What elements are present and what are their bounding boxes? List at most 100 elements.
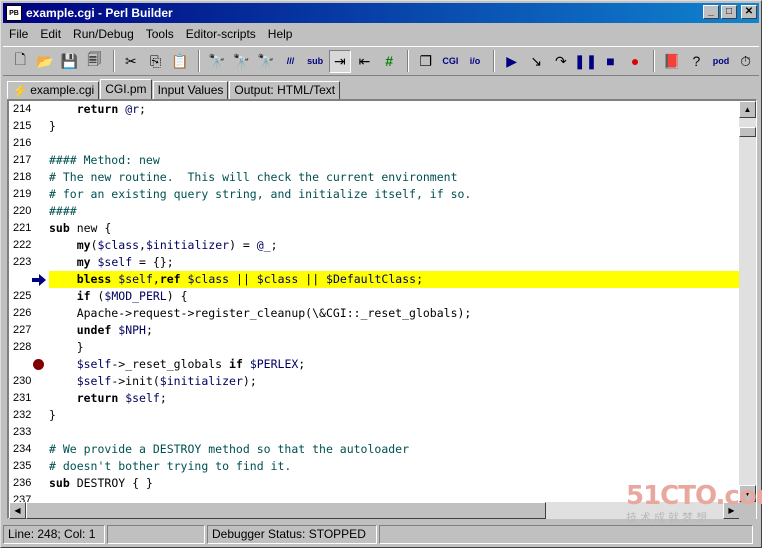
code-line[interactable]: $self->init($initializer); (49, 373, 739, 390)
code-line[interactable] (49, 135, 739, 152)
line-number: 219 (13, 188, 32, 200)
breakpoint-marker-icon[interactable] (33, 359, 44, 370)
new-file-icon[interactable]: 🗋 (9, 50, 32, 73)
toolbar-separator (407, 50, 410, 72)
code-line[interactable]: # doesn't bother trying to find it. (49, 458, 739, 475)
toolbar-separator (653, 50, 656, 72)
perl-builder-app-icon[interactable]: PB (6, 5, 22, 21)
code-area[interactable]: return @r;} #### Method: new # The new rou… (49, 101, 739, 501)
code-line[interactable]: # The new routine. This will check the c… (49, 169, 739, 186)
paste-icon[interactable]: 📋 (169, 50, 192, 73)
lightning-icon: ⚡ (12, 83, 29, 98)
replace-icon[interactable]: 🔭 (255, 50, 278, 73)
pod-icon[interactable]: pod (710, 50, 733, 73)
hash-icon[interactable]: # (378, 50, 401, 73)
timer-icon[interactable]: ⏱ (734, 50, 757, 73)
run-icon[interactable]: ▶ (500, 50, 523, 73)
windows-icon[interactable]: ❐ (414, 50, 437, 73)
help-query-icon[interactable]: ? (685, 50, 708, 73)
tab-input-values[interactable]: Input Values (152, 81, 229, 99)
find-next-icon[interactable]: 🔭 (230, 50, 253, 73)
outdent-icon[interactable]: ⇤ (353, 50, 376, 73)
tab-label: example.cgi (30, 83, 95, 97)
menu-editor-scripts[interactable]: Editor-scripts (180, 27, 262, 41)
step-over-icon[interactable]: ↷ (550, 50, 573, 73)
scroll-left-icon[interactable]: ◀ (9, 502, 26, 519)
code-line[interactable]: $self->_reset_globals if $PERLEX; (49, 356, 739, 373)
current-execution-line[interactable]: bless $self,ref $class || $class || $Def… (49, 271, 739, 288)
app-window: PB example.cgi - Perl Builder _ □ ✕ File… (0, 0, 762, 548)
line-number: 214 (13, 103, 32, 115)
line-number: 230 (13, 375, 32, 387)
line-number: 216 (13, 137, 32, 149)
line-number: 217 (13, 154, 32, 166)
code-line[interactable]: return @r; (49, 101, 739, 118)
code-line[interactable]: return $self; (49, 390, 739, 407)
line-number: 226 (13, 307, 32, 319)
menu-file[interactable]: File (3, 27, 34, 41)
line-number-gutter[interactable]: 214 215 216 217 218 219 220 221 222 223 225 226 227 2… (9, 101, 49, 506)
line-number: 232 (13, 409, 32, 421)
cgi-icon[interactable]: CGI (439, 50, 462, 73)
debugger-status: Debugger Status: STOPPED (207, 525, 377, 544)
open-folder-icon[interactable]: 📂 (34, 50, 57, 73)
copy-icon[interactable]: ⎘ (144, 50, 167, 73)
code-editor[interactable]: 214 215 216 217 218 219 220 221 222 223 225 226 227 2… (7, 99, 757, 519)
find-icon[interactable]: 🔭 (205, 50, 228, 73)
code-line[interactable]: sub new { (49, 220, 739, 237)
tab-cgi-pm[interactable]: CGI.pm (100, 79, 152, 99)
menu-edit[interactable]: Edit (34, 27, 67, 41)
stop-icon[interactable]: ■ (599, 50, 622, 73)
close-button[interactable]: ✕ (741, 5, 757, 19)
help-book-icon[interactable]: 📕 (660, 50, 683, 73)
code-line[interactable]: # for an existing query string, and init… (49, 186, 739, 203)
maximize-button[interactable]: □ (721, 5, 737, 19)
watermark-sub: 技术成就梦想 (626, 512, 710, 524)
code-line[interactable]: } (49, 407, 739, 424)
line-number: 235 (13, 460, 32, 472)
line-number: 215 (13, 120, 32, 132)
code-line[interactable]: if ($MOD_PERL) { (49, 288, 739, 305)
code-line[interactable]: my($class,$initializer) = @_; (49, 237, 739, 254)
window-title: example.cgi - Perl Builder (26, 6, 173, 20)
code-line[interactable]: } (49, 339, 739, 356)
menu-bar: File Edit Run/Debug Tools Editor-scripts… (3, 25, 759, 43)
code-line[interactable]: Apache->request->register_cleanup(\&CGI:… (49, 305, 739, 322)
line-number: 228 (13, 341, 32, 353)
pause-icon[interactable]: ❚❚ (574, 50, 597, 73)
subroutine-icon[interactable]: sub (304, 50, 327, 73)
code-line[interactable]: my $self = {}; (49, 254, 739, 271)
code-line[interactable]: undef $NPH; (49, 322, 739, 339)
vertical-scrollbar[interactable]: ▲ ▼ (739, 101, 756, 502)
save-all-icon[interactable]: 🗐 (83, 50, 106, 73)
step-into-icon[interactable]: ↘ (525, 50, 548, 73)
watermark-main: 51CTO.com (626, 481, 762, 511)
minimize-button[interactable]: _ (703, 5, 719, 19)
scroll-up-icon[interactable]: ▲ (739, 101, 756, 118)
code-line[interactable]: #### Method: new (49, 152, 739, 169)
code-line[interactable]: #### (49, 203, 739, 220)
io-icon[interactable]: i/o (464, 50, 487, 73)
horizontal-scroll-thumb[interactable] (26, 502, 546, 519)
line-number: 223 (13, 256, 32, 268)
tab-output-html-text[interactable]: Output: HTML/Text (229, 81, 341, 99)
code-line[interactable]: } (49, 118, 739, 135)
menu-run-debug[interactable]: Run/Debug (67, 27, 140, 41)
tab-label: Input Values (157, 83, 224, 97)
tab-example-cgi[interactable]: ⚡ example.cgi (7, 81, 100, 99)
breakpoint-icon[interactable]: ● (624, 50, 647, 73)
menu-help[interactable]: Help (262, 27, 299, 41)
indent-icon[interactable]: ⇥ (328, 49, 352, 73)
toolbar-separator (198, 50, 201, 72)
tab-strip: ⚡ example.cgi CGI.pm Input Values Output… (7, 79, 341, 99)
save-icon[interactable]: 💾 (58, 50, 81, 73)
code-line[interactable] (49, 424, 739, 441)
title-bar[interactable]: PB example.cgi - Perl Builder _ □ ✕ (3, 3, 759, 23)
line-number: 225 (13, 290, 32, 302)
cut-icon[interactable]: ✂ (120, 50, 143, 73)
vertical-scroll-thumb[interactable] (739, 127, 756, 137)
code-line[interactable]: # We provide a DESTROY method so that th… (49, 441, 739, 458)
tab-label: CGI.pm (105, 82, 147, 96)
comment-icon[interactable]: /// (279, 50, 302, 73)
menu-tools[interactable]: Tools (140, 27, 180, 41)
